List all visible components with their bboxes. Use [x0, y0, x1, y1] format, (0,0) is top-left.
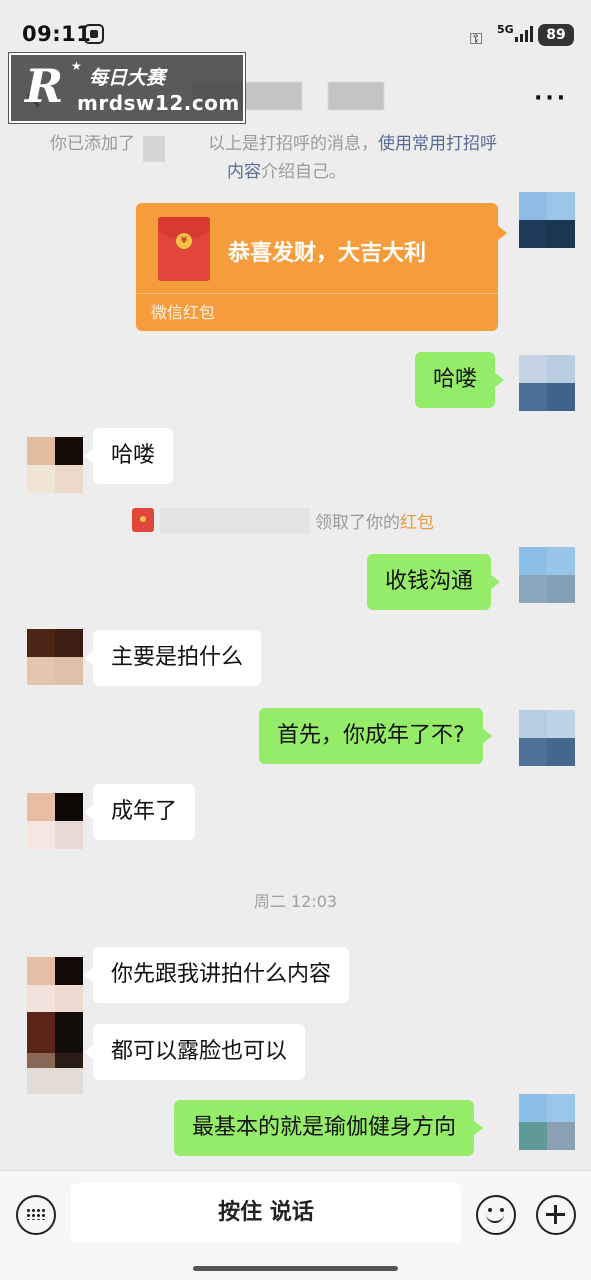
message-text: 收钱沟通 [385, 569, 474, 594]
red-packet-title: 恭喜发财，大吉大利 [228, 241, 427, 266]
message-text: 成年了 [111, 799, 178, 824]
avatar[interactable] [519, 1094, 575, 1150]
greeting-link-2[interactable]: 内容 [227, 162, 261, 182]
message-text: 最基本的就是瑜伽健身方向 [192, 1115, 457, 1140]
watermark-title: 每日大赛 [89, 67, 166, 89]
system-notice-line2: 内容介绍自己。 [227, 158, 346, 186]
watermark-url: mrdsw12.com [77, 91, 240, 115]
avatar[interactable] [27, 793, 83, 849]
star-icon: ★ [71, 59, 82, 73]
system-notice-line1: 以上是打招呼的消息，使用常用打招呼 [208, 130, 497, 158]
message-bubble-out[interactable]: 收钱沟通 [367, 554, 501, 610]
plus-icon[interactable] [536, 1195, 576, 1235]
screen-record-icon [84, 24, 104, 44]
message-bubble-in[interactable]: 成年了 [83, 784, 196, 840]
signal-icon [515, 26, 535, 42]
contact-name-redacted-2 [328, 82, 384, 110]
message-bubble-in[interactable]: 哈喽 [83, 428, 174, 484]
key-icon: ⚿ [470, 29, 483, 48]
coin-icon: ¥ [176, 233, 192, 249]
avatar[interactable] [27, 957, 83, 1013]
redacted-block [143, 136, 165, 162]
status-time: 09:11 [22, 22, 92, 46]
message-text: 都可以露脸也可以 [111, 1039, 288, 1064]
divider [136, 293, 498, 294]
watermark-logo: R [25, 59, 64, 113]
redacted-block [160, 508, 310, 534]
network-type: 5G [497, 23, 514, 36]
message-bubble-in[interactable]: 主要是拍什么 [83, 630, 262, 686]
message-bubble-in[interactable]: 都可以露脸也可以 [83, 1024, 306, 1080]
avatar[interactable] [519, 547, 575, 603]
avatar[interactable] [519, 192, 575, 248]
red-packet-link[interactable]: 红包 [400, 513, 434, 533]
red-packet-mini-icon [132, 508, 154, 532]
home-indicator[interactable] [193, 1266, 398, 1271]
message-bubble-out[interactable]: 首先，你成年了不? [259, 708, 492, 764]
avatar[interactable] [27, 629, 83, 685]
battery-indicator: 89 [538, 24, 574, 46]
input-bar: 按住 说话 [0, 1170, 591, 1280]
emoji-icon[interactable] [476, 1195, 516, 1235]
message-text: 主要是拍什么 [111, 645, 244, 670]
avatar[interactable] [27, 437, 83, 493]
greeting-tail: 介绍自己。 [261, 162, 346, 182]
avatar[interactable] [519, 710, 575, 766]
claimed-text: 领取了你的 [315, 513, 400, 533]
red-packet-claimed-notice: 领取了你的红包 [315, 508, 434, 533]
greeting-text: 以上是打招呼的消息， [208, 134, 378, 154]
message-text: 哈喽 [433, 367, 478, 392]
message-text: 你先跟我讲拍什么内容 [111, 962, 332, 987]
avatar[interactable] [519, 355, 575, 411]
watermark: R ★ 每日大赛 mrdsw12.com [8, 52, 246, 124]
system-notice-added: 你已添加了 [50, 134, 135, 154]
hold-to-talk-button[interactable]: 按住 说话 [71, 1183, 461, 1243]
greeting-link[interactable]: 使用常用打招呼 [378, 134, 497, 154]
redacted-block [27, 1068, 83, 1094]
timestamp: 周二 12:03 [253, 892, 338, 911]
message-bubble-out[interactable]: 最基本的就是瑜伽健身方向 [174, 1100, 484, 1156]
more-dots-icon[interactable]: ··· [534, 86, 568, 111]
message-bubble-in[interactable]: 你先跟我讲拍什么内容 [83, 947, 350, 1003]
red-packet-icon: ¥ [158, 217, 210, 281]
keyboard-icon[interactable] [16, 1195, 56, 1235]
message-text: 首先，你成年了不? [277, 723, 465, 748]
red-packet-card[interactable]: ¥ 恭喜发财，大吉大利 微信红包 [136, 203, 507, 331]
message-bubble-out[interactable]: 哈喽 [415, 352, 505, 408]
red-packet-caption: 微信红包 [151, 303, 216, 322]
message-text: 哈喽 [111, 443, 156, 468]
